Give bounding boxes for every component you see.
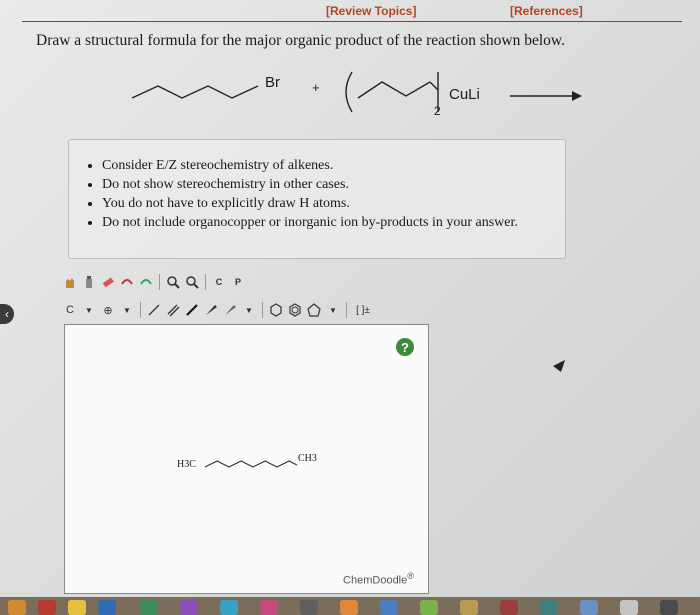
atom-selector[interactable]: C — [62, 302, 78, 318]
dock-app-icon[interactable] — [580, 600, 598, 615]
header-links: [Review Topics] [References] — [0, 4, 700, 22]
hand-icon[interactable] — [62, 274, 78, 290]
instructions-list: Consider E/Z stereochemistry of alkenes.… — [69, 156, 565, 232]
benzene-icon[interactable] — [287, 302, 303, 318]
dock-app-icon[interactable] — [68, 600, 86, 615]
zoom-in-icon[interactable] — [165, 274, 181, 290]
reagent-left-bracket — [345, 71, 353, 113]
dock-app-icon[interactable] — [380, 600, 398, 615]
drawn-right-label: CH3 — [298, 453, 317, 464]
dock-app-icon[interactable] — [540, 600, 558, 615]
single-bond-icon[interactable] — [146, 302, 162, 318]
dock-app-icon[interactable] — [180, 600, 198, 615]
dock-app-icon[interactable] — [460, 600, 478, 615]
dock-app-icon[interactable] — [38, 600, 56, 615]
chevron-down-icon[interactable]: ▼ — [325, 302, 341, 318]
instruction-item: Do not show stereochemistry in other cas… — [102, 175, 565, 194]
toolbar-divider — [205, 274, 206, 290]
reaction-arrow-head — [572, 91, 582, 101]
editor-toolbar-bottom: C ▼ ⊕ ▼ ▼ ▼ [ ]± — [62, 300, 374, 320]
cyclohexane-icon[interactable] — [268, 302, 284, 318]
bottle-icon[interactable] — [81, 274, 97, 290]
instruction-item: Do not include organocopper or inorganic… — [102, 213, 565, 232]
editor-toolbar-top: C P — [62, 272, 246, 292]
chemdoodle-brand: ChemDoodle® — [343, 571, 414, 587]
question-text: Draw a structural formula for the major … — [36, 32, 565, 49]
dock-app-icon[interactable] — [260, 600, 278, 615]
redo-icon[interactable] — [138, 274, 154, 290]
references-link[interactable]: [References] — [510, 4, 583, 18]
charge-tool[interactable]: ⊕ — [100, 302, 116, 318]
instruction-item: You do not have to explicitly draw H ato… — [102, 194, 565, 213]
hash-bond-icon[interactable] — [222, 302, 238, 318]
bromine-label: Br — [265, 74, 280, 91]
reaction-drawing — [131, 71, 582, 113]
toolbar-divider — [346, 302, 347, 318]
zoom-out-icon[interactable] — [184, 274, 200, 290]
header-divider — [22, 21, 682, 22]
toolbar-divider — [262, 302, 263, 318]
collapse-left-icon[interactable]: ‹ — [0, 304, 14, 324]
drawn-left-label: H3C — [177, 459, 196, 470]
plus-sign: + — [312, 80, 320, 95]
dock-app-icon[interactable] — [420, 600, 438, 615]
cuprate-label: CuLi — [449, 86, 480, 103]
chevron-down-icon[interactable]: ▼ — [119, 302, 135, 318]
review-topics-link[interactable]: [Review Topics] — [326, 4, 416, 18]
drawn-molecule — [204, 460, 298, 468]
dock-app-icon[interactable] — [140, 600, 158, 615]
chevron-down-icon[interactable]: ▼ — [81, 302, 97, 318]
reaction-scheme: Br + 2 CuLi — [120, 60, 600, 130]
dock-app-icon[interactable] — [660, 600, 678, 615]
toolbar-divider — [159, 274, 160, 290]
double-bond-icon[interactable] — [165, 302, 181, 318]
alkenyl-chain-bond — [357, 81, 431, 99]
dock-app-icon[interactable] — [500, 600, 518, 615]
dock-app-icon[interactable] — [300, 600, 318, 615]
toolbar-divider — [140, 302, 141, 318]
undo-icon[interactable] — [119, 274, 135, 290]
chevron-down-icon[interactable]: ▼ — [241, 302, 257, 318]
eraser-icon[interactable] — [100, 274, 116, 290]
wedge-bond-icon[interactable] — [203, 302, 219, 318]
alkyl-chain-bond — [131, 85, 259, 99]
dock-app-icon[interactable] — [98, 600, 116, 615]
paste-icon[interactable]: P — [230, 274, 246, 290]
mouse-cursor-icon — [553, 359, 565, 377]
instructions-box: Consider E/Z stereochemistry of alkenes.… — [68, 139, 566, 259]
triple-bond-icon[interactable] — [184, 302, 200, 318]
brand-mark: ® — [407, 571, 414, 582]
brand-name: ChemDoodle — [343, 575, 408, 587]
drawn-chain-bond — [204, 460, 298, 468]
copy-icon[interactable]: C — [211, 274, 227, 290]
drawing-canvas[interactable]: ? H3C CH3 ChemDoodle® — [64, 324, 429, 594]
dock-app-icon[interactable] — [620, 600, 638, 615]
dock-app-icon[interactable] — [8, 600, 26, 615]
brackets-tool[interactable]: [ ]± — [352, 302, 374, 318]
cyclopentane-icon[interactable] — [306, 302, 322, 318]
instruction-item: Consider E/Z stereochemistry of alkenes. — [102, 156, 565, 175]
dock-bar — [0, 597, 700, 615]
dock-app-icon[interactable] — [340, 600, 358, 615]
reagent-subscript: 2 — [434, 104, 441, 118]
dock-app-icon[interactable] — [220, 600, 238, 615]
vinyl-bond — [429, 81, 439, 91]
